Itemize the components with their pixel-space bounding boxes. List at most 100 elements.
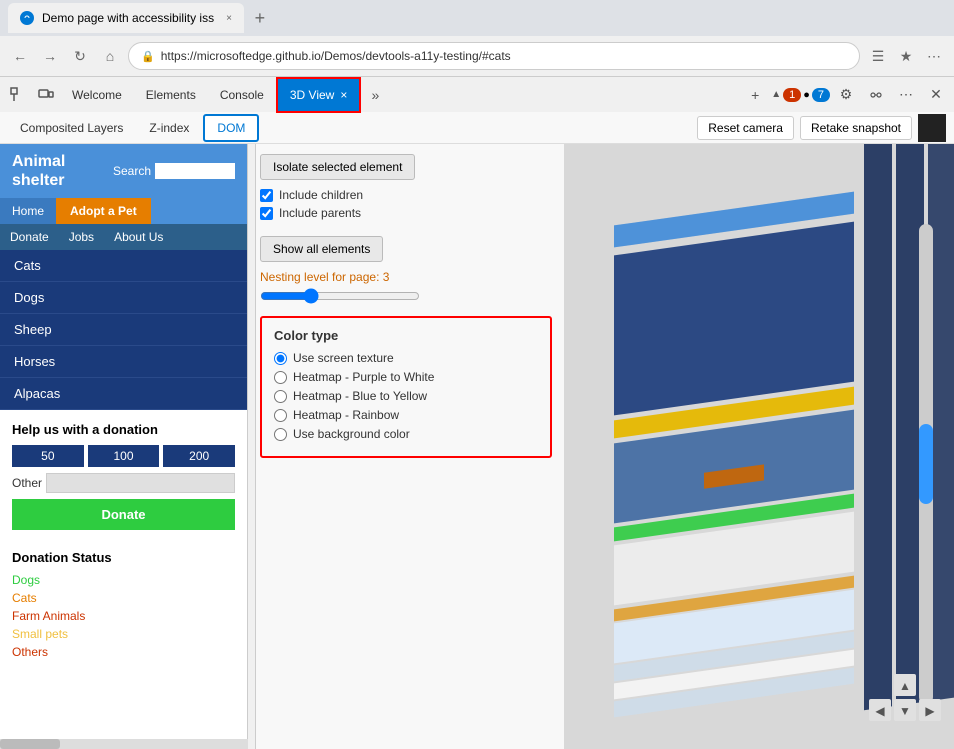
donate-btn[interactable]: Donate <box>12 499 235 530</box>
radio-blue-yellow-input[interactable] <box>274 390 287 403</box>
radio-rainbow-input[interactable] <box>274 409 287 422</box>
donation-status-title: Donation Status <box>12 550 235 565</box>
sidebar-item-horses[interactable]: Horses <box>0 346 247 378</box>
nav-adopt-btn[interactable]: Adopt a Pet <box>56 198 151 224</box>
tab-title: Demo page with accessibility iss <box>42 11 214 25</box>
new-tab-btn[interactable]: + <box>246 4 274 32</box>
forward-btn[interactable]: → <box>38 44 62 68</box>
url-bar[interactable]: 🔒 https://microsoftedge.github.io/Demos/… <box>128 42 860 70</box>
main-content: Animal shelter Search Home Adopt a Pet D… <box>0 144 954 749</box>
refresh-btn[interactable]: ↻ <box>68 44 92 68</box>
nav-donate-btn[interactable]: Donate <box>0 224 59 250</box>
donation-amounts: 50 100 200 <box>12 445 235 467</box>
nav-links: Donate Jobs About Us <box>0 224 247 250</box>
more-tabs-btn[interactable]: » <box>361 81 389 109</box>
radio-screen-texture-input[interactable] <box>274 352 287 365</box>
subtab-composited-layers[interactable]: Composited Layers <box>8 114 135 142</box>
color-type-title: Color type <box>274 328 538 343</box>
collections-btn[interactable]: ☰ <box>866 44 890 68</box>
horizontal-scrollbar[interactable] <box>0 739 248 749</box>
svg-text:▲: ▲ <box>899 679 911 693</box>
donation-section: Help us with a donation 50 100 200 Other… <box>0 410 247 542</box>
nesting-label: Nesting level for page: 3 <box>260 270 552 284</box>
donation-status: Donation Status Dogs Cats Farm Animals S… <box>0 542 247 669</box>
favorites-btn[interactable]: ★ <box>894 44 918 68</box>
more-options-btn[interactable]: ⋯ <box>892 81 920 109</box>
more-btn[interactable]: ⋯ <box>922 44 946 68</box>
settings-btn[interactable]: ⚙ <box>832 81 860 109</box>
address-bar: ← → ↻ ⌂ 🔒 https://microsoftedge.github.i… <box>0 36 954 76</box>
svg-text:◀: ◀ <box>875 704 885 718</box>
left-divider <box>248 144 256 749</box>
sidebar-item-dogs[interactable]: Dogs <box>0 282 247 314</box>
devtools-subtabs: Composited Layers Z-index DOM Reset came… <box>0 112 954 144</box>
include-children-checkbox[interactable] <box>260 189 273 202</box>
home-btn[interactable]: ⌂ <box>98 44 122 68</box>
3d-visualization: ▲ ◀ ▼ ▶ <box>564 144 954 749</box>
back-btn[interactable]: ← <box>8 44 32 68</box>
triangle-badge: ▲ 1 <box>771 88 801 102</box>
devtools-panel: Isolate selected element Include childre… <box>248 144 564 749</box>
other-amount-input[interactable] <box>46 473 235 493</box>
website-panel: Animal shelter Search Home Adopt a Pet D… <box>0 144 248 749</box>
browser-chrome: Demo page with accessibility iss × + ← →… <box>0 0 954 144</box>
radio-screen-texture-label: Use screen texture <box>293 351 394 365</box>
url-text: https://microsoftedge.github.io/Demos/de… <box>161 49 847 63</box>
tab-favicon <box>20 11 34 25</box>
radio-background-color: Use background color <box>274 427 538 441</box>
show-all-btn[interactable]: Show all elements <box>260 236 383 262</box>
device-emulation-btn[interactable] <box>32 81 60 109</box>
nesting-slider[interactable] <box>260 288 420 304</box>
amount-50-btn[interactable]: 50 <box>12 445 84 467</box>
panel-content: Isolate selected element Include childre… <box>248 144 564 749</box>
subtab-dom[interactable]: DOM <box>203 114 259 142</box>
search-input[interactable] <box>155 163 235 179</box>
dock-btn[interactable] <box>862 81 890 109</box>
error-badge: 1 <box>783 88 801 102</box>
include-children-row: Include children <box>260 188 552 202</box>
include-parents-checkbox[interactable] <box>260 207 273 220</box>
svg-text:▶: ▶ <box>925 704 935 718</box>
include-children-label: Include children <box>279 188 363 202</box>
radio-purple-white-input[interactable] <box>274 371 287 384</box>
include-parents-row: Include parents <box>260 206 552 220</box>
dt-tab-elements[interactable]: Elements <box>134 77 208 113</box>
sidebar-item-cats[interactable]: Cats <box>0 250 247 282</box>
status-item-farm: Farm Animals <box>12 607 235 625</box>
show-all-section: Show all elements <box>260 228 552 270</box>
camera-controls: Reset camera Retake snapshot <box>697 114 946 142</box>
nav-about-btn[interactable]: About Us <box>104 224 173 250</box>
close-3dview-btn[interactable]: × <box>340 88 347 102</box>
sidebar-item-alpacas[interactable]: Alpacas <box>0 378 247 410</box>
retake-snapshot-btn[interactable]: Retake snapshot <box>800 116 912 140</box>
radio-background-color-input[interactable] <box>274 428 287 441</box>
amount-200-btn[interactable]: 200 <box>163 445 235 467</box>
reset-camera-btn[interactable]: Reset camera <box>697 116 794 140</box>
status-item-small: Small pets <box>12 625 235 643</box>
color-type-box: Color type Use screen texture Heatmap - … <box>260 316 552 458</box>
dt-tab-welcome[interactable]: Welcome <box>60 77 134 113</box>
other-label: Other <box>12 476 42 490</box>
browser-tab-active[interactable]: Demo page with accessibility iss × <box>8 3 244 33</box>
radio-blue-yellow: Heatmap - Blue to Yellow <box>274 389 538 403</box>
3d-view: ▲ ◀ ▼ ▶ <box>564 144 954 749</box>
subtab-zindex[interactable]: Z-index <box>137 114 201 142</box>
close-devtools-btn[interactable]: ✕ <box>922 81 950 109</box>
search-label: Search <box>113 164 151 178</box>
inspect-element-btn[interactable] <box>4 81 32 109</box>
status-item-cats: Cats <box>12 589 235 607</box>
tab-close-btn[interactable]: × <box>226 13 232 24</box>
sidebar-list: Cats Dogs Sheep Horses Alpacas <box>0 250 247 410</box>
radio-blue-yellow-label: Heatmap - Blue to Yellow <box>293 389 427 403</box>
site-search: Search <box>113 163 235 179</box>
dt-tab-3dview[interactable]: 3D View × <box>276 77 361 113</box>
sidebar-item-sheep[interactable]: Sheep <box>0 314 247 346</box>
amount-100-btn[interactable]: 100 <box>88 445 160 467</box>
radio-rainbow-label: Heatmap - Rainbow <box>293 408 399 422</box>
add-btn[interactable]: + <box>741 81 769 109</box>
status-item-others: Others <box>12 643 235 661</box>
nav-home-btn[interactable]: Home <box>0 198 56 224</box>
nav-jobs-btn[interactable]: Jobs <box>59 224 104 250</box>
isolate-element-btn[interactable]: Isolate selected element <box>260 154 415 180</box>
dt-tab-console[interactable]: Console <box>208 77 276 113</box>
